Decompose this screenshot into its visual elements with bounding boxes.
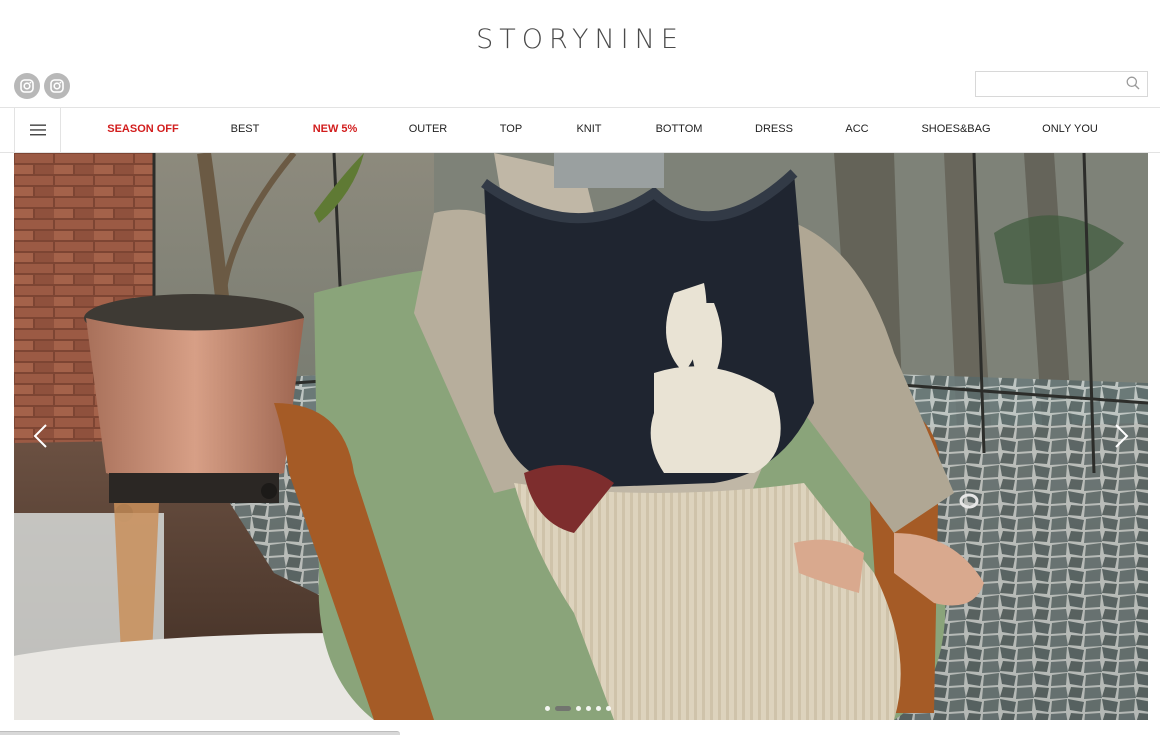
slide-dot[interactable] (576, 706, 581, 711)
instagram-link-2[interactable] (44, 73, 70, 99)
nav-best[interactable]: BEST (231, 123, 260, 135)
nav-acc[interactable]: ACC (845, 123, 868, 135)
nav-outer[interactable]: OUTER (409, 123, 448, 135)
hero-image (14, 153, 1148, 720)
bottom-scroll-bar[interactable] (0, 731, 400, 735)
instagram-icon (50, 79, 64, 93)
prev-slide-button[interactable] (26, 421, 56, 451)
nav-only-you[interactable]: ONLY YOU (1042, 123, 1098, 135)
chevron-left-icon (33, 424, 47, 448)
search-button[interactable] (1126, 76, 1142, 92)
nav-top[interactable]: TOP (500, 123, 522, 135)
page: STORYNINE SEASON OFF BEST NEW 5% OUTER T… (0, 0, 1160, 735)
nav-new[interactable]: NEW 5% (313, 123, 358, 135)
instagram-icon (20, 79, 34, 93)
slide-dot[interactable] (586, 706, 591, 711)
category-nav: SEASON OFF BEST NEW 5% OUTER TOP KNIT BO… (0, 107, 1160, 153)
menu-button[interactable] (14, 108, 61, 152)
nav-dress[interactable]: DRESS (755, 123, 793, 135)
slide-dot[interactable] (596, 706, 601, 711)
nav-bottom[interactable]: BOTTOM (656, 123, 703, 135)
nav-shoes-bag[interactable]: SHOES&BAG (921, 123, 990, 135)
chevron-right-icon (1115, 424, 1129, 448)
nav-season-off[interactable]: SEASON OFF (107, 123, 179, 135)
site-header: STORYNINE (0, 0, 1160, 107)
nav-knit[interactable]: KNIT (576, 123, 601, 135)
slide-dot[interactable] (545, 706, 550, 711)
slide-pagination (545, 706, 611, 711)
slide-dot[interactable] (555, 706, 571, 711)
search-box (975, 71, 1148, 97)
social-links (14, 73, 70, 99)
hero-slider (14, 153, 1148, 720)
slide-dot[interactable] (606, 706, 611, 711)
hamburger-icon (29, 124, 46, 136)
search-icon (1126, 76, 1140, 90)
brand-logo[interactable]: STORYNINE (0, 24, 1160, 55)
search-input[interactable] (976, 72, 1121, 96)
next-slide-button[interactable] (1106, 421, 1136, 451)
instagram-link-1[interactable] (14, 73, 40, 99)
